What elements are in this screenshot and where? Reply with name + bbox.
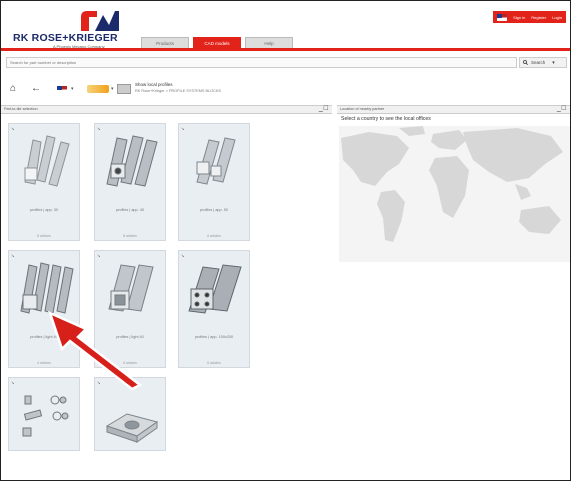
t-slot-nut-image [105, 413, 159, 443]
window-controls-icon[interactable]: _□ [557, 105, 567, 112]
toolbar: ⌂ ← ▾ ▾ Show local profiles RK Rose+Krie… [1, 78, 570, 100]
window-controls-icon[interactable]: _□ [319, 105, 329, 112]
breadcrumb[interactable]: RK Rose+Krieger > PROFILE SYSTEMS BLOCKS [135, 89, 221, 93]
language-flag-icon[interactable] [57, 86, 67, 93]
tile-corner-icon: ↘ [181, 126, 185, 131]
search-button[interactable]: Search ▾ [519, 57, 567, 68]
map-hint: Select a country to see the local office… [341, 116, 431, 122]
top-nav: Sign in Register Login [493, 11, 566, 23]
profile-image [106, 135, 158, 187]
part-thumbnail-icon [117, 84, 131, 94]
language-caret-icon[interactable]: ▾ [71, 86, 74, 92]
tile-corner-icon: ↘ [97, 253, 101, 258]
toolbar-title[interactable]: Show local profiles [135, 82, 173, 87]
tile-corner-icon: ↘ [11, 380, 15, 385]
fasteners-image [22, 395, 69, 437]
left-panel-title: Part-to-tile selection [4, 107, 38, 111]
tool-caret-icon[interactable]: ▾ [111, 86, 114, 92]
tile-meta: 6 articles [207, 234, 221, 238]
profile-image [188, 264, 242, 314]
tile-name: profiles | app. 50 [199, 208, 228, 212]
tile-name: profiles | app. 30 [29, 208, 58, 212]
left-panel-header: Part-to-tile selection _□ [1, 105, 332, 114]
pencil-icon[interactable] [87, 85, 109, 93]
chevron-down-icon: ▾ [552, 59, 555, 66]
tile-meta: 8 articles [123, 234, 137, 238]
search-icon [523, 60, 528, 65]
tile-meta: 8 articles [37, 234, 51, 238]
header-divider [1, 48, 570, 51]
topnav-login[interactable]: Login [552, 15, 562, 20]
annotation-arrow-icon [47, 310, 143, 391]
right-panel-header: Location of nearby partner _□ [337, 105, 570, 114]
tile-corner-icon: ↘ [11, 126, 15, 131]
topnav-sign-in[interactable]: Sign in [513, 15, 525, 20]
tile-profile-40[interactable]: ↘ profiles | app. 40 8 articles [94, 123, 166, 241]
logo-text: RK ROSE+KRIEGER [13, 32, 118, 44]
us-flag-icon[interactable] [497, 13, 508, 21]
tile-corner-icon: ↘ [181, 253, 185, 258]
logo-mark-icon [81, 11, 119, 31]
search-row: Search ▾ [1, 55, 570, 71]
home-icon[interactable]: ⌂ [10, 83, 16, 94]
search-button-label: Search [531, 60, 546, 65]
tile-corner-icon: ↘ [11, 253, 15, 258]
right-panel-title: Location of nearby partner [340, 107, 385, 111]
logo[interactable]: RK ROSE+KRIEGER A Phoenix Mecano Company [13, 11, 133, 51]
world-map[interactable] [339, 126, 570, 262]
tile-meta: 6 articles [207, 361, 221, 365]
profile-image [24, 135, 70, 187]
tile-name: profiles | app. 100x200 [194, 335, 234, 339]
header: RK ROSE+KRIEGER A Phoenix Mecano Company… [1, 1, 570, 51]
tile-corner-icon: ↘ [97, 126, 101, 131]
search-input[interactable] [6, 57, 517, 68]
back-arrow-icon[interactable]: ← [31, 83, 41, 94]
profile-image [196, 137, 236, 185]
tile-profile-50[interactable]: ↘ profiles | app. 50 6 articles [178, 123, 250, 241]
tile-name: profiles | app. 40 [115, 208, 144, 212]
topnav-register[interactable]: Register [531, 15, 546, 20]
tile-profile-30[interactable]: ↘ profiles | app. 30 8 articles [8, 123, 80, 241]
tile-profile-100x200[interactable]: ↘ profiles | app. 100x200 6 articles [178, 250, 250, 368]
